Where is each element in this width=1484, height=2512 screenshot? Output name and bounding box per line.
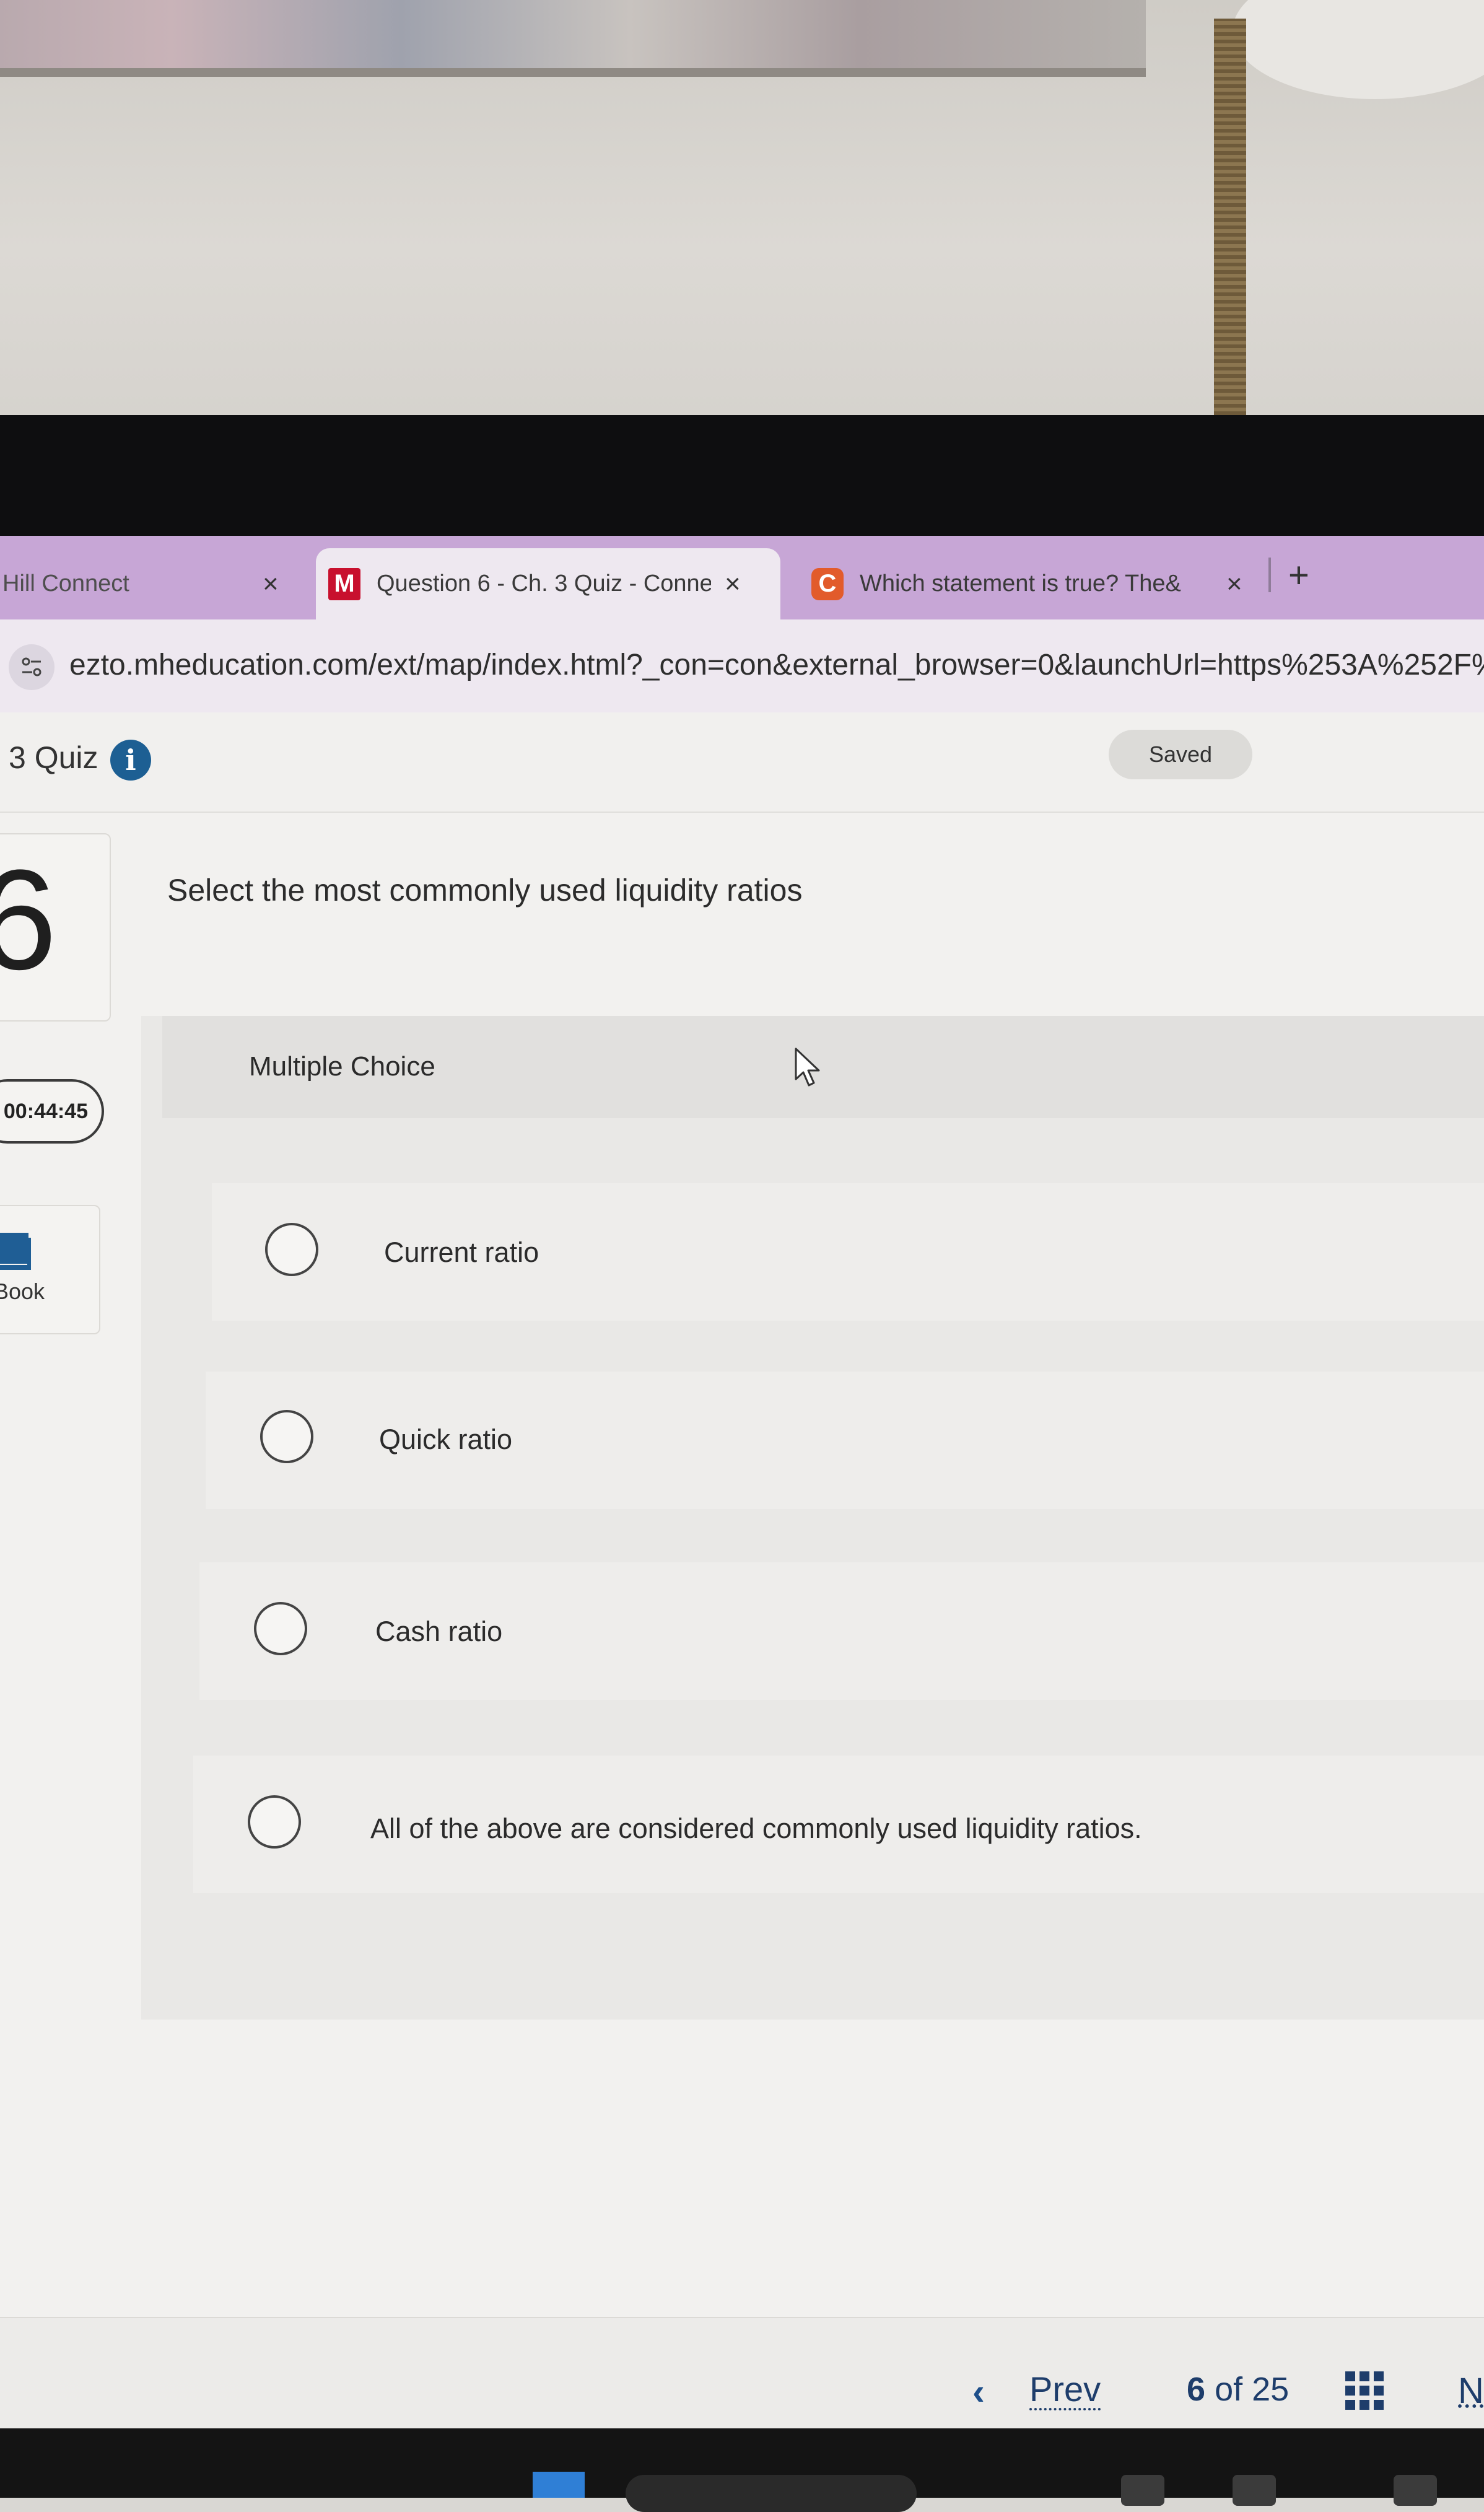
question-prompt: Select the most commonly used liquidity … — [167, 873, 803, 908]
saved-status-button: Saved — [1109, 730, 1252, 779]
tab-question-6[interactable]: M Question 6 - Ch. 3 Quiz - Connect × — [316, 548, 780, 619]
option-label: Cash ratio — [375, 1616, 503, 1647]
tab-label: Hill Connect — [2, 571, 129, 597]
book-icon — [0, 1233, 31, 1270]
total-pages: 25 — [1252, 2371, 1290, 2408]
option-label: All of the above are considered commonly… — [370, 1813, 1142, 1844]
mcgraw-hill-favicon-icon: M — [328, 567, 360, 600]
taskbar-app-icon[interactable] — [1233, 2475, 1276, 2506]
question-type-label: Multiple Choice — [249, 1051, 435, 1082]
quiz-title: 3 Quiz — [9, 740, 98, 775]
tab-which-statement[interactable]: C Which statement is true? The& × — [799, 548, 1270, 619]
option-label: Quick ratio — [379, 1424, 513, 1455]
info-icon[interactable]: i — [110, 740, 151, 781]
timer[interactable]: 00:44:45 — [0, 1079, 104, 1144]
next-button[interactable]: N — [1458, 2370, 1484, 2412]
site-settings-icon[interactable] — [9, 644, 55, 690]
mouse-cursor-icon — [795, 1048, 820, 1087]
radio-button[interactable] — [254, 1602, 307, 1655]
new-tab-button[interactable]: + — [1288, 554, 1309, 596]
url-field[interactable]: ezto.mheducation.com/ext/map/index.html?… — [69, 648, 1484, 682]
taskbar-app-icon[interactable] — [1121, 2475, 1164, 2506]
radio-button[interactable] — [265, 1223, 318, 1276]
close-icon[interactable]: × — [263, 569, 279, 600]
prev-button[interactable]: Prev — [1029, 2371, 1101, 2410]
chevron-left-icon[interactable]: ‹ — [972, 2370, 985, 2413]
page-counter[interactable]: 6 of 25 — [1187, 2370, 1289, 2409]
close-icon[interactable]: × — [725, 569, 741, 600]
tab-hill-connect[interactable]: Hill Connect × — [0, 548, 310, 619]
monitor-bezel — [0, 415, 1484, 539]
radio-button[interactable] — [248, 1795, 301, 1849]
current-page: 6 — [1187, 2371, 1206, 2408]
tab-bar: Hill Connect × M Question 6 - Ch. 3 Quiz… — [0, 536, 1484, 619]
quiz-header — [0, 712, 1484, 813]
radio-button[interactable] — [260, 1410, 313, 1463]
chegg-favicon-icon: C — [811, 567, 844, 600]
close-icon[interactable]: × — [1226, 569, 1242, 600]
of-label: of — [1215, 2371, 1243, 2408]
ebook-label: Book — [0, 1279, 45, 1304]
question-grid-icon[interactable] — [1345, 2371, 1384, 2410]
option-label: Current ratio — [384, 1236, 539, 1268]
tab-label: Which statement is true? The& — [860, 571, 1181, 597]
tab-separator — [1268, 558, 1271, 592]
picture-frame — [0, 0, 1146, 77]
windows-start-icon[interactable] — [533, 2472, 585, 2498]
question-number: 6 — [0, 840, 57, 999]
tab-label: Question 6 - Ch. 3 Quiz - Connect — [377, 571, 711, 597]
lamp-pole — [1214, 19, 1246, 415]
taskbar-app-icon[interactable] — [1394, 2475, 1437, 2506]
taskbar-search[interactable] — [626, 2475, 917, 2512]
